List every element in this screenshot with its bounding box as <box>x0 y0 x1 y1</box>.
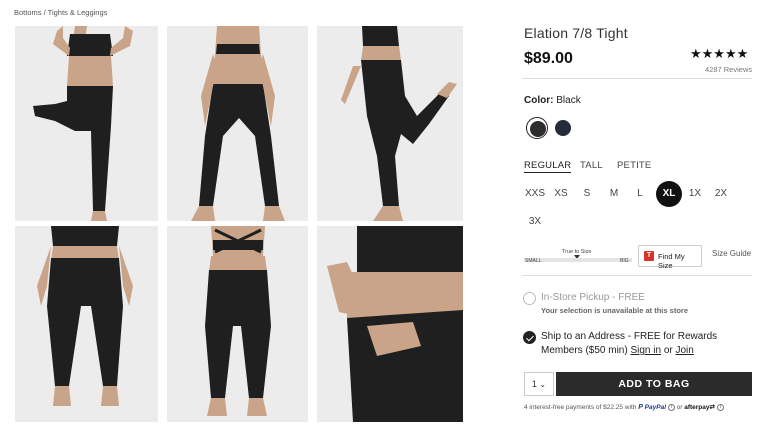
product-photo-front-pose[interactable] <box>15 26 158 221</box>
size-xxs[interactable]: XXS <box>522 181 548 207</box>
tab-petite[interactable]: PETITE <box>617 160 651 171</box>
quantity-select[interactable]: 1 ⌄ <box>524 372 554 396</box>
size-1x[interactable]: 1X <box>682 181 708 207</box>
swatch-black-fill <box>530 121 546 137</box>
paypal-logo[interactable]: P PayPal <box>638 404 666 411</box>
product-gallery <box>15 26 463 422</box>
product-photo-front-full[interactable] <box>15 226 158 422</box>
ship-subtitle: Members ($50 min) Sign in or Join <box>541 345 694 356</box>
ship-radio[interactable] <box>523 331 536 344</box>
rating-stars[interactable]: ★★★★★ <box>690 46 748 62</box>
sign-in-link[interactable]: Sign in <box>630 345 661 356</box>
installments-note: 4 interest-free payments of $22.25 with … <box>524 403 724 411</box>
size-xl[interactable]: XL <box>656 181 682 207</box>
find-my-size-label: Find My Size <box>658 252 685 270</box>
size-l[interactable]: L <box>627 181 653 207</box>
chevron-down-icon: ⌄ <box>539 380 547 389</box>
add-to-bag-button[interactable]: ADD TO BAG <box>556 372 752 396</box>
product-photo-side-stretch[interactable] <box>317 26 463 221</box>
pickup-title: In-Store Pickup - FREE <box>541 292 645 303</box>
divider <box>522 78 752 79</box>
swatch-navy-fill <box>555 120 571 136</box>
find-my-size-button[interactable]: T Find My Size <box>638 245 702 270</box>
true-to-size-small: SMALL <box>525 258 542 264</box>
color-label-row: Color: Black <box>524 95 581 106</box>
info-icon[interactable]: i <box>716 403 724 411</box>
size-m[interactable]: M <box>601 181 627 207</box>
product-photo-back-straps[interactable] <box>167 226 308 422</box>
reviews-count-link[interactable]: 4287 Reviews <box>705 65 752 74</box>
size-guide-link[interactable]: Size Guide <box>712 249 751 258</box>
installments-text: 4 interest-free payments of $22.25 with <box>524 404 639 411</box>
brand-t-icon: T <box>644 251 654 261</box>
product-photo-waistband-detail[interactable] <box>317 226 463 422</box>
color-value: Black <box>556 95 581 106</box>
info-icon[interactable]: i <box>667 403 675 411</box>
breadcrumb-bottoms[interactable]: Bottoms <box>14 8 42 17</box>
size-s[interactable]: S <box>574 181 600 207</box>
ship-members-text: Members ($50 min) <box>541 345 631 356</box>
divider <box>522 275 752 276</box>
ship-or-text: or <box>661 345 676 356</box>
join-link[interactable]: Join <box>676 345 694 356</box>
size-2x[interactable]: 2X <box>708 181 734 207</box>
true-to-size-big: BIG <box>620 258 629 264</box>
swatch-black[interactable] <box>526 117 548 139</box>
tab-regular[interactable]: REGULAR <box>524 160 572 173</box>
swatch-navy[interactable] <box>552 117 574 139</box>
quantity-value: 1 <box>531 379 537 389</box>
product-title: Elation 7/8 Tight <box>524 25 628 41</box>
afterpay-logo[interactable]: afterpay⇄ <box>684 404 715 411</box>
product-price: $89.00 <box>524 50 573 67</box>
paypal-label: PayPal <box>644 404 666 411</box>
ship-title: Ship to an Address - FREE for Rewards <box>541 331 718 342</box>
afterpay-label: afterpay <box>684 404 710 411</box>
color-label: Color: <box>524 95 554 106</box>
size-3x[interactable]: 3X <box>522 209 548 235</box>
breadcrumb-tights-leggings[interactable]: Tights & Leggings <box>48 8 108 17</box>
tab-tall[interactable]: TALL <box>580 160 603 171</box>
size-xs[interactable]: XS <box>548 181 574 207</box>
pickup-radio[interactable] <box>523 292 536 305</box>
afterpay-arrows-icon: ⇄ <box>709 404 715 411</box>
breadcrumb: Bottoms / Tights & Leggings <box>14 8 107 17</box>
product-photo-back[interactable] <box>167 26 308 221</box>
pickup-unavailable-note: Your selection is unavailable at this st… <box>541 306 688 315</box>
